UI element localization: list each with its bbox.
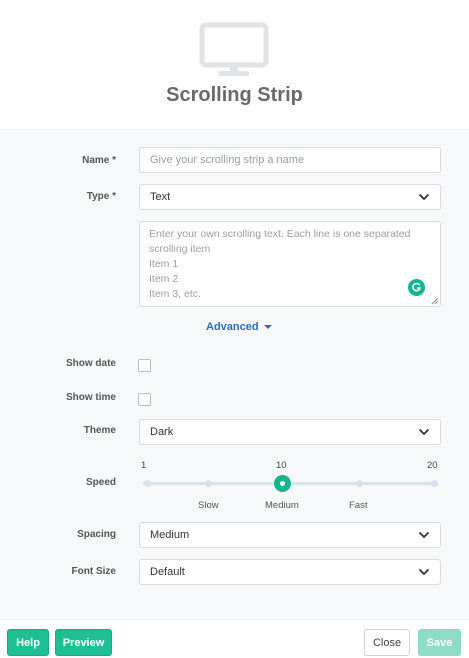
name-label: Name * xyxy=(82,155,116,166)
speed-tick xyxy=(205,480,212,487)
speed-min-label: 1 xyxy=(141,460,147,471)
scrolling-text-textarea[interactable]: Enter your own scrolling text. Each line… xyxy=(139,221,441,307)
advanced-label: Advanced xyxy=(206,321,259,333)
save-button[interactable]: Save xyxy=(418,629,461,656)
chevron-down-icon xyxy=(418,428,430,436)
type-select-value: Text xyxy=(150,191,171,203)
show-date-checkbox[interactable] xyxy=(138,359,151,372)
chevron-down-icon xyxy=(418,193,430,201)
type-label: Type * xyxy=(86,191,116,202)
spacing-select-value: Medium xyxy=(150,529,190,541)
type-select[interactable]: Text xyxy=(139,184,441,210)
show-date-label: Show date xyxy=(65,358,116,369)
grammarly-icon[interactable] xyxy=(408,279,425,296)
spacing-select[interactable]: Medium xyxy=(139,522,441,548)
speed-tick xyxy=(431,480,438,487)
speed-tick xyxy=(144,480,151,487)
page-title: Scrolling Strip xyxy=(166,84,303,106)
speed-label: Speed xyxy=(85,477,116,488)
font-size-label: Font Size xyxy=(71,566,116,577)
speed-medium-label: Medium xyxy=(265,500,299,511)
speed-tick xyxy=(356,480,363,487)
monitor-icon xyxy=(199,22,269,76)
speed-slider-thumb[interactable] xyxy=(274,475,291,492)
theme-select[interactable]: Dark xyxy=(139,419,441,445)
chevron-down-icon xyxy=(418,568,430,576)
name-input[interactable] xyxy=(139,147,441,173)
font-size-select[interactable]: Default xyxy=(139,559,441,585)
show-time-checkbox[interactable] xyxy=(138,393,151,406)
theme-label: Theme xyxy=(83,425,116,436)
speed-slow-label: Slow xyxy=(198,500,219,511)
show-time-label: Show time xyxy=(65,392,116,403)
help-button[interactable]: Help xyxy=(7,629,49,656)
preview-button[interactable]: Preview xyxy=(55,629,112,656)
theme-select-value: Dark xyxy=(150,426,174,438)
chevron-down-icon xyxy=(418,531,430,539)
caret-down-icon xyxy=(263,325,272,329)
speed-max-label: 20 xyxy=(427,460,438,471)
advanced-toggle[interactable]: Advanced xyxy=(206,321,272,333)
widget-header: Scrolling Strip xyxy=(0,0,469,130)
spacing-label: Spacing xyxy=(77,529,116,540)
close-button[interactable]: Close xyxy=(364,629,410,656)
speed-fast-label: Fast xyxy=(349,500,368,511)
font-size-select-value: Default xyxy=(150,566,185,578)
speed-mid-label: 10 xyxy=(276,460,287,471)
resize-handle-icon[interactable] xyxy=(431,297,439,305)
